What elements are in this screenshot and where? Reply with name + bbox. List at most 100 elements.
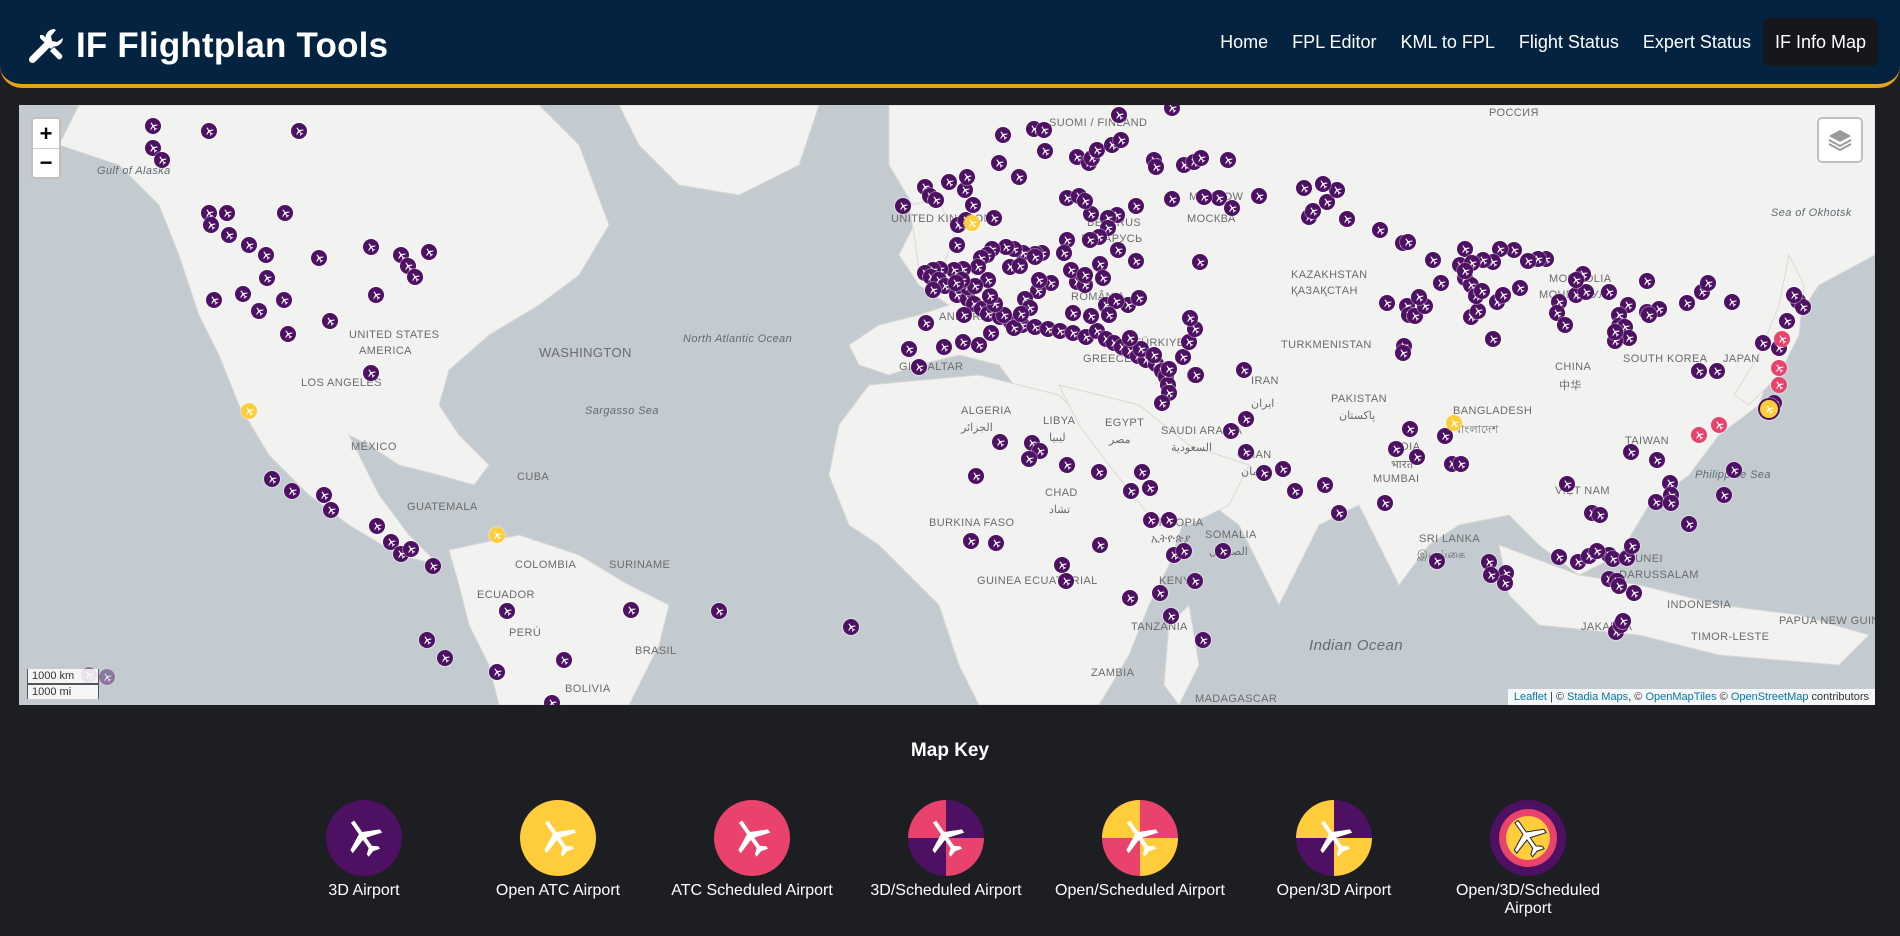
airport-marker-3d[interactable]: [1113, 132, 1129, 148]
airport-marker-atc-scheduled[interactable]: [1771, 377, 1787, 393]
airport-marker-open-atc[interactable]: [1446, 415, 1462, 431]
airport-marker-3d[interactable]: [843, 619, 859, 635]
airport-marker-3d[interactable]: [1196, 189, 1212, 205]
airport-marker-3d[interactable]: [959, 169, 975, 185]
airport-marker-3d[interactable]: [1601, 284, 1617, 300]
zoom-in-button[interactable]: +: [33, 119, 59, 148]
airport-marker-3d[interactable]: [1095, 270, 1111, 286]
airport-marker-3d[interactable]: [1433, 275, 1449, 291]
airport-marker-3d[interactable]: [1624, 538, 1640, 554]
airport-marker-3d[interactable]: [1621, 330, 1637, 346]
airport-marker-3d[interactable]: [1224, 200, 1240, 216]
airport-marker-3d[interactable]: [1215, 543, 1231, 559]
airport-marker-3d[interactable]: [219, 205, 235, 221]
airport-marker-3d[interactable]: [1238, 444, 1254, 460]
airport-marker-3d[interactable]: [1691, 363, 1707, 379]
airport-marker-3d[interactable]: [995, 127, 1011, 143]
airport-marker-3d[interactable]: [1474, 283, 1490, 299]
airport-marker-3d[interactable]: [1388, 441, 1404, 457]
airport-marker-3d[interactable]: [259, 270, 275, 286]
airport-marker-3d[interactable]: [1058, 573, 1074, 589]
airport-marker-3d[interactable]: [1497, 575, 1513, 591]
airport-marker-3d[interactable]: [499, 603, 515, 619]
airport-marker-3d[interactable]: [251, 303, 267, 319]
airport-marker-3d[interactable]: [1623, 444, 1639, 460]
airport-marker-3d[interactable]: [1006, 320, 1022, 336]
airport-marker-3d[interactable]: [1483, 567, 1499, 583]
openmaptiles-link[interactable]: OpenMapTiles: [1645, 691, 1716, 703]
airport-marker-3d[interactable]: [1082, 232, 1098, 248]
airport-marker-3d[interactable]: [1639, 273, 1655, 289]
airport-marker-3d[interactable]: [1143, 512, 1159, 528]
airport-marker-3d[interactable]: [1589, 543, 1605, 559]
airport-marker-3d[interactable]: [1134, 464, 1150, 480]
airport-marker-3d[interactable]: [1709, 363, 1725, 379]
airport-marker-3d[interactable]: [1011, 169, 1027, 185]
airport-marker-3d[interactable]: [201, 123, 217, 139]
airport-marker-3d[interactable]: [1568, 272, 1584, 288]
airport-marker-3d[interactable]: [1400, 234, 1416, 250]
airport-marker-3d[interactable]: [1557, 317, 1573, 333]
airport-marker-3d[interactable]: [1377, 495, 1393, 511]
airport-marker-3d[interactable]: [901, 341, 917, 357]
airport-marker-3d[interactable]: [1611, 578, 1627, 594]
airport-marker-3d[interactable]: [1495, 287, 1511, 303]
airport-marker-3d[interactable]: [1031, 272, 1047, 288]
airport-marker-3d[interactable]: [965, 197, 981, 213]
airport-marker-3d[interactable]: [1402, 421, 1418, 437]
airport-marker-3d[interactable]: [711, 603, 727, 619]
airport-marker-3d[interactable]: [1164, 191, 1180, 207]
world-map[interactable]: РОССИЯ SUOMI / FINLAND MOSCOW МОСКВА BEL…: [19, 105, 1875, 705]
airport-marker-3d[interactable]: [1021, 451, 1037, 467]
airport-marker-3d[interactable]: [623, 602, 639, 618]
airport-marker-3d[interactable]: [1012, 258, 1028, 274]
airport-marker-3d[interactable]: [1154, 395, 1170, 411]
airport-marker-3d[interactable]: [1700, 275, 1716, 291]
airport-marker-3d[interactable]: [1372, 222, 1388, 238]
airport-marker-3d[interactable]: [363, 365, 379, 381]
airport-marker-3d[interactable]: [998, 239, 1014, 255]
airport-marker-3d[interactable]: [1176, 543, 1192, 559]
airport-marker-3d[interactable]: [918, 315, 934, 331]
airport-marker-3d[interactable]: [1409, 449, 1425, 465]
airport-marker-3d[interactable]: [1059, 457, 1075, 473]
airport-marker-3d[interactable]: [1506, 242, 1522, 258]
airport-marker-3d[interactable]: [316, 487, 332, 503]
airport-marker-3d[interactable]: [941, 174, 957, 190]
airport-marker-3d[interactable]: [425, 558, 441, 574]
airport-marker-3d[interactable]: [1013, 306, 1029, 322]
airport-marker-3d[interactable]: [1091, 464, 1107, 480]
airport-marker-3d[interactable]: [1077, 267, 1093, 283]
airport-marker-3d[interactable]: [955, 334, 971, 350]
airport-marker-3d[interactable]: [322, 313, 338, 329]
airport-marker-3d[interactable]: [1425, 252, 1441, 268]
airport-marker-3d[interactable]: [949, 237, 965, 253]
airport-marker-3d[interactable]: [948, 275, 964, 291]
airport-marker-3d[interactable]: [1187, 573, 1203, 589]
airport-marker-3d[interactable]: [1551, 549, 1567, 565]
airport-marker-atc-scheduled[interactable]: [1771, 360, 1787, 376]
airport-marker-3d[interactable]: [1220, 152, 1236, 168]
airport-marker-3d[interactable]: [1256, 465, 1272, 481]
airport-marker-3d[interactable]: [1122, 330, 1138, 346]
airport-marker-3d[interactable]: [419, 632, 435, 648]
airport-marker-open-atc[interactable]: [964, 215, 980, 231]
airport-marker-3d[interactable]: [1195, 632, 1211, 648]
airport-marker-3d[interactable]: [1128, 198, 1144, 214]
airport-marker-3d[interactable]: [1429, 553, 1445, 569]
airport-marker-3d[interactable]: [895, 198, 911, 214]
nav-fpl-editor[interactable]: FPL Editor: [1280, 18, 1388, 66]
airport-marker-3d[interactable]: [203, 217, 219, 233]
airport-marker-3d[interactable]: [1077, 193, 1093, 209]
airport-marker-3d[interactable]: [1317, 477, 1333, 493]
osm-link[interactable]: OpenStreetMap: [1731, 691, 1809, 703]
airport-marker-3d[interactable]: [1755, 335, 1771, 351]
airport-marker-3d[interactable]: [489, 664, 505, 680]
airport-marker-3d[interactable]: [1470, 303, 1486, 319]
airport-marker-3d[interactable]: [403, 541, 419, 557]
airport-marker-3d[interactable]: [1779, 313, 1795, 329]
airport-marker-3d[interactable]: [1251, 188, 1267, 204]
airport-marker-3d[interactable]: [1111, 107, 1127, 123]
airport-marker-3d[interactable]: [1724, 294, 1740, 310]
airport-marker-3d[interactable]: [1331, 505, 1347, 521]
